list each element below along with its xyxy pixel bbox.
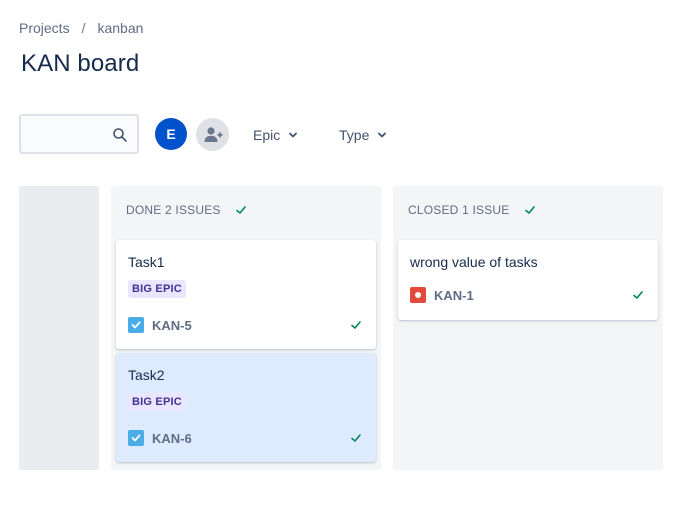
issue-key[interactable]: KAN-6 — [152, 431, 192, 446]
task-type-icon — [128, 317, 144, 333]
epic-lozenge: BIG EPIC — [128, 280, 186, 298]
avatar[interactable]: E — [155, 118, 187, 150]
search-box[interactable] — [19, 114, 139, 154]
checkmark-icon — [524, 206, 535, 214]
add-person-icon — [204, 126, 222, 142]
type-filter-label: Type — [339, 127, 370, 143]
board-column-done: DONE 2 ISSUES Task1 BIG EPIC KAN-5 Task2… — [111, 186, 381, 470]
bug-type-icon — [410, 287, 426, 303]
card-title: Task2 — [128, 367, 165, 383]
issue-card[interactable]: Task1 BIG EPIC KAN-5 — [116, 240, 376, 349]
chevron-down-icon — [289, 132, 298, 138]
breadcrumb-kanban-link[interactable]: kanban — [97, 20, 143, 36]
column-title: CLOSED 1 ISSUE — [408, 203, 510, 217]
column-title: DONE 2 ISSUES — [126, 203, 221, 217]
column-header-done: DONE 2 ISSUES — [126, 203, 247, 217]
breadcrumb-projects-link[interactable]: Projects — [19, 20, 70, 36]
add-people-button[interactable] — [196, 118, 229, 151]
breadcrumb-separator: / — [81, 20, 86, 36]
issue-card-selected[interactable]: Task2 BIG EPIC KAN-6 — [116, 353, 376, 462]
epic-filter-label: Epic — [253, 127, 281, 143]
done-check-icon — [351, 321, 361, 329]
board-column-partial — [19, 186, 99, 470]
board-column-closed: CLOSED 1 ISSUE wrong value of tasks KAN-… — [393, 186, 663, 470]
task-type-icon — [128, 430, 144, 446]
page-title: KAN board — [21, 50, 140, 77]
done-check-icon — [351, 434, 361, 442]
type-filter-dropdown[interactable]: Type — [339, 124, 387, 146]
card-title: Task1 — [128, 254, 165, 270]
search-input[interactable] — [27, 124, 107, 144]
column-header-closed: CLOSED 1 ISSUE — [408, 203, 536, 217]
issue-card[interactable]: wrong value of tasks KAN-1 — [398, 240, 658, 320]
card-title: wrong value of tasks — [410, 254, 538, 270]
epic-lozenge: BIG EPIC — [128, 393, 186, 411]
search-icon[interactable] — [112, 127, 128, 143]
issue-key[interactable]: KAN-1 — [434, 288, 474, 303]
chevron-down-icon — [378, 132, 387, 138]
epic-filter-dropdown[interactable]: Epic — [253, 124, 298, 146]
done-check-icon — [633, 291, 643, 299]
issue-key[interactable]: KAN-5 — [152, 318, 192, 333]
checkmark-icon — [235, 206, 246, 214]
breadcrumb: Projects / kanban — [19, 20, 143, 36]
